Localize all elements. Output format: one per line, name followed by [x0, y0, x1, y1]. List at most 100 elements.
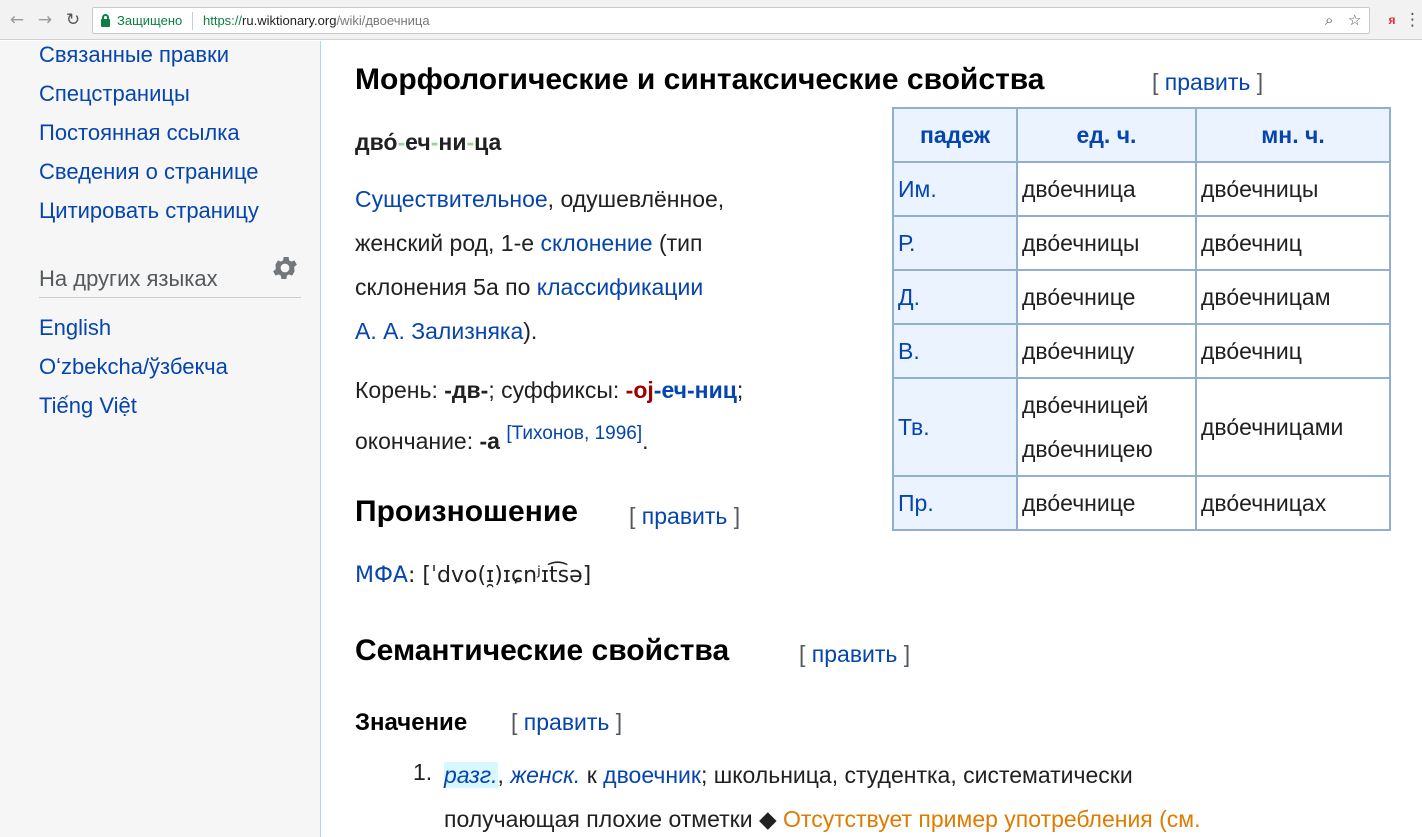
sidebar-link-permanent-link[interactable]: Постоянная ссылка	[39, 120, 240, 146]
case-cell[interactable]: В.	[892, 323, 1018, 379]
table-row: Д. дво́ечнице дво́ечницам	[892, 269, 1391, 325]
ending-label: окончание:	[355, 428, 480, 454]
url-protocol: https://	[203, 13, 243, 28]
definition-item: разг., женск. к двоечник; школьница, сту…	[444, 753, 1201, 837]
def-text: ; школьница, студентка, систематически	[700, 762, 1133, 788]
morph-edit-section: [ править ]	[1152, 69, 1264, 95]
url-host: ru.wiktionary.org	[242, 13, 337, 28]
sidebar-link-cite-page[interactable]: Цитировать страницу	[39, 198, 259, 224]
sidebar-lang-uzbek[interactable]: Oʻzbekcha/ўзбекча	[39, 354, 228, 380]
plural-cell: дво́ечницами	[1195, 377, 1391, 477]
plural-cell: дво́ечницам	[1195, 269, 1391, 325]
syllabified-word: дво́-еч-ни-ца	[355, 129, 502, 155]
plural-cell: дво́ечницах	[1195, 475, 1391, 531]
address-bar[interactable]: Защищено https://ru.wiktionary.org/wiki/…	[92, 7, 1370, 34]
noun-link[interactable]: Существительное	[355, 186, 548, 212]
morph-text: (тип	[652, 230, 703, 256]
classification-link[interactable]: классификации	[537, 274, 703, 300]
colloquial-tag[interactable]: разг.	[444, 762, 498, 788]
plural-cell: дво́ечниц	[1195, 323, 1391, 379]
syllable: ни	[438, 129, 467, 155]
singular-cell: дво́ечнице	[1016, 475, 1197, 531]
morph-text: .	[642, 428, 649, 454]
singular-cell: дво́ечница	[1016, 161, 1197, 217]
browser-toolbar: ← → ↻ Защищено https://ru.wiktionary.org…	[0, 0, 1422, 40]
morph-text: ;	[736, 377, 744, 403]
table-header: мн. ч.	[1195, 107, 1391, 163]
singular-cell: дво́ечницей дво́ечницею	[1016, 377, 1197, 477]
base-word-link[interactable]: двоечник	[603, 762, 701, 788]
sidebar-link-related-changes[interactable]: Связанные правки	[39, 42, 229, 68]
meaning-edit-link[interactable]: править	[524, 709, 610, 735]
table-row: Им. дво́ечница дво́ечницы	[892, 161, 1391, 217]
root-morpheme: -дв-	[444, 377, 489, 403]
case-cell[interactable]: Тв.	[892, 377, 1018, 477]
reload-icon[interactable]: ↻	[62, 9, 84, 31]
diamond-icon: ◆	[758, 806, 777, 832]
singular-form-alt: дво́ечницею	[1022, 436, 1153, 462]
sidebar: Связанные правки Спецстраницы Постоянная…	[0, 41, 321, 837]
browser-menu-icon[interactable]: ⋮	[1404, 9, 1421, 31]
ending-morpheme: -а	[479, 428, 500, 454]
missing-example-note: Отсутствует пример употребления (см.	[776, 806, 1201, 832]
syllable: дво́	[355, 129, 398, 155]
secure-label: Защищено	[117, 13, 183, 28]
ipa-line: МФА: [ˈdvo(ɪ̯)ɪɕnʲɪt͡sə]	[355, 554, 591, 598]
suffix-label: ; суффиксы:	[488, 377, 626, 403]
list-item-number: 1.	[413, 759, 433, 785]
forward-arrow-icon[interactable]: →	[34, 9, 56, 31]
meaning-heading: Значение	[355, 709, 468, 736]
ipa-transcription: : [ˈdvo(ɪ̯)ɪɕnʲɪt͡sə]	[407, 563, 592, 588]
sidebar-link-page-info[interactable]: Сведения о странице	[39, 159, 259, 185]
pron-edit-link[interactable]: править	[642, 503, 728, 529]
table-header: ед. ч.	[1016, 107, 1197, 163]
table-header: падеж	[892, 107, 1018, 163]
pron-edit-section: [ править ]	[629, 503, 741, 529]
pronunciation-heading: Произношение	[355, 495, 578, 528]
def-text: получающая плохие отметки	[444, 806, 759, 832]
declension-link[interactable]: склонение	[540, 230, 652, 256]
zaliznyak-link[interactable]: А. А. Зализняка	[355, 318, 523, 344]
sidebar-lang-vietnamese[interactable]: Tiếng Việt	[39, 393, 137, 419]
main-content: Морфологические и синтаксические свойств…	[322, 41, 1422, 837]
def-text: ,	[497, 762, 511, 788]
root-label: Корень:	[355, 377, 445, 403]
def-text: к	[580, 762, 604, 788]
syllable: ца	[474, 129, 502, 155]
morph-text: женский род, 1-е	[355, 230, 541, 256]
morph-description: Существительное, одушевлённое, женский р…	[355, 177, 724, 353]
singular-cell: дво́ечнице	[1016, 269, 1197, 325]
bookmark-star-icon[interactable]: ☆	[1348, 11, 1361, 29]
reference-link[interactable]: [Тихонов, 1996]	[506, 423, 642, 444]
table-row: В. дво́ечницу дво́ечниц	[892, 323, 1391, 379]
url-text[interactable]: https://ru.wiktionary.org/wiki/двоечница	[203, 13, 430, 28]
url-path: /wiki/двоечница	[336, 13, 430, 28]
morph-edit-link[interactable]: править	[1165, 69, 1251, 95]
sidebar-link-special-pages[interactable]: Спецстраницы	[39, 81, 190, 107]
ipa-link[interactable]: МФА	[355, 563, 408, 588]
singular-form: дво́ечницей	[1022, 392, 1149, 418]
suffix-morpheme-2[interactable]: -еч-ниц	[654, 377, 737, 403]
morph-text: склонения 5a по	[355, 274, 537, 300]
morph-text: ).	[523, 318, 538, 344]
sem-edit-link[interactable]: править	[812, 641, 898, 667]
case-cell[interactable]: Им.	[892, 161, 1018, 217]
singular-cell: дво́ечницу	[1016, 323, 1197, 379]
gear-icon[interactable]	[270, 253, 300, 283]
suffix-morpheme-1[interactable]: -oj	[626, 377, 654, 403]
case-cell[interactable]: Д.	[892, 269, 1018, 325]
plural-cell: дво́ечницы	[1195, 161, 1391, 217]
meaning-edit-section: [ править ]	[511, 709, 623, 735]
sidebar-lang-english[interactable]: English	[39, 315, 111, 341]
back-arrow-icon[interactable]: ←	[6, 9, 28, 31]
table-row: Р. дво́ечницы дво́ечниц	[892, 215, 1391, 271]
case-cell[interactable]: Р.	[892, 215, 1018, 271]
yandex-extension-icon[interactable]: я	[1383, 11, 1401, 29]
feminine-tag[interactable]: женск.	[510, 762, 580, 788]
declension-table: падеж ед. ч. мн. ч. Им. дво́ечница дво́е…	[892, 107, 1391, 531]
lock-icon	[101, 14, 110, 27]
case-cell[interactable]: Пр.	[892, 475, 1018, 531]
morpheme-info: Корень: -дв-; суффиксы: -oj-еч-ниц; окон…	[355, 368, 743, 463]
zoom-icon[interactable]: ⌕	[1325, 11, 1333, 29]
sidebar-divider	[39, 297, 301, 298]
